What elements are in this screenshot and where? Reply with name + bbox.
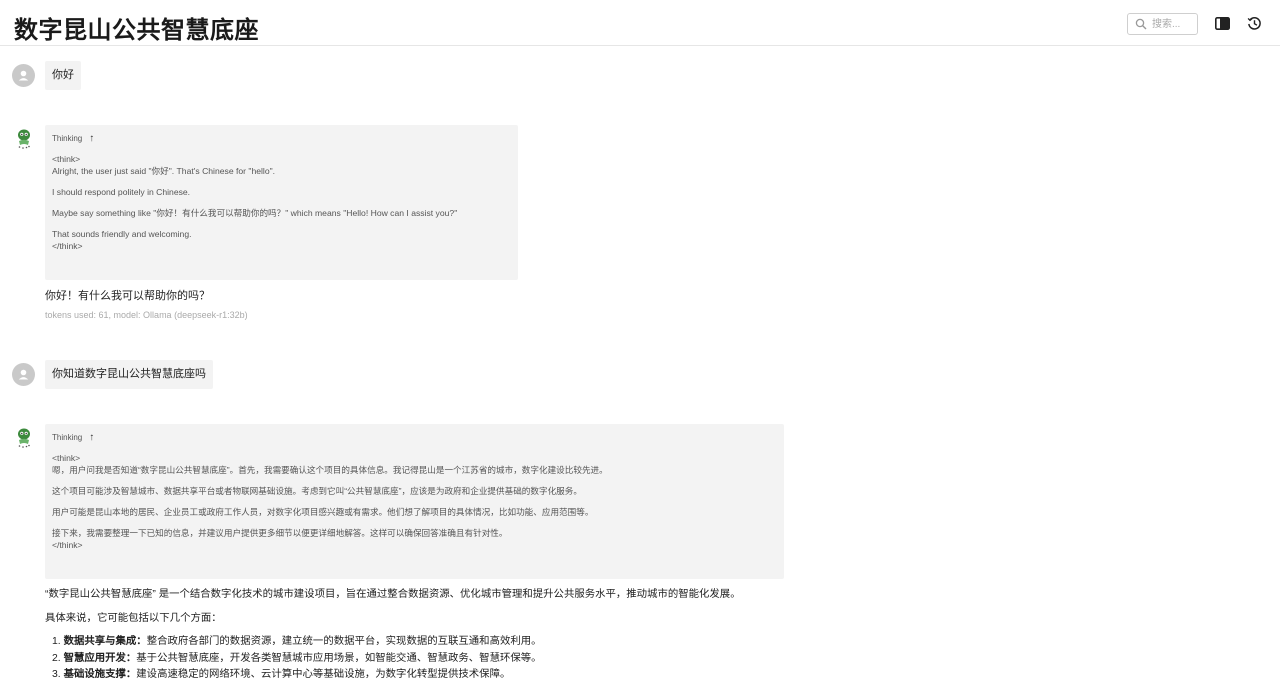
arrow-up-icon[interactable]: ↑ [89, 133, 94, 145]
user-avatar-icon [12, 363, 35, 386]
list-item-number: 1. [52, 636, 61, 647]
list-item-text: 基于公共智慧底座，开发各类智慧城市应用场景，如智能交通、智慧政务、智慧环保等。 [136, 652, 542, 664]
list-item-text: 整合政府各部门的数据资源，建立统一的数据平台，实现数据的互联互通和高效利用。 [146, 636, 542, 647]
assistant-answer-intro: 具体来说，它可能包括以下几个方面： [45, 613, 222, 624]
user-avatar-icon [12, 64, 35, 87]
list-item-number: 3. [52, 669, 61, 680]
list-item-title: 数据共享与集成： [63, 636, 147, 647]
bot-avatar-icon [18, 129, 30, 149]
thinking-line: Maybe say something like "你好！有什么我可以帮助你的吗… [52, 208, 458, 218]
thinking-blank-line [52, 198, 511, 207]
assistant-answer: “数字昆山公共智慧底座” 是一个结合数字化技术的城市建设项目，旨在通过整合数据资… [45, 589, 741, 600]
list-item: 1. 数据共享与集成：整合政府各部门的数据资源，建立统一的数据平台，实现数据的互… [52, 634, 542, 651]
panel-toggle-icon [1214, 16, 1230, 30]
thinking-line: </think> [52, 540, 83, 550]
list-item-title: 智慧应用开发： [63, 652, 137, 664]
thinking-header: Thinking ↑ [52, 133, 511, 145]
search-box[interactable] [1127, 13, 1198, 35]
panel-toggle-button[interactable] [1213, 14, 1231, 32]
thinking-blank-line [52, 476, 777, 485]
user-message: 你知道数字昆山公共智慧底座吗 [45, 360, 213, 389]
thinking-line: 用户可能是昆山本地的居民、企业员工或政府工作人员，对数字化项目感兴趣或有需求。他… [52, 507, 594, 517]
thinking-blank-line [52, 177, 511, 186]
history-button[interactable] [1245, 14, 1263, 32]
thinking-line: <think> [52, 154, 81, 164]
bot-avatar-icon [18, 428, 30, 448]
thinking-line: That sounds friendly and welcoming. [52, 229, 192, 239]
arrow-up-icon[interactable]: ↑ [89, 432, 94, 444]
thinking-header: Thinking ↑ [52, 432, 777, 444]
user-message: 你好 [45, 61, 81, 90]
page-title: 数字昆山公共智慧底座 [14, 17, 259, 44]
thinking-label: Thinking [52, 433, 83, 442]
chat-messages[interactable]: 你好 Thinking ↑ <think> Alright, the user … [0, 47, 1280, 684]
thinking-line: 这个项目可能涉及智慧城市、数据共享平台或者物联网基础设施。考虑到它叫“公共智慧底… [52, 486, 582, 496]
thinking-line: Alright, the user just said "你好". That's… [52, 166, 276, 176]
search-input[interactable] [1152, 16, 1196, 32]
list-item: 3. 基础设施支撑：建设高速稳定的网络环境、云计算中心等基础设施，为数字化转型提… [52, 667, 542, 684]
list-item: 2. 智慧应用开发：基于公共智慧底座，开发各类智慧城市应用场景，如智能交通、智慧… [52, 651, 542, 668]
thinking-line: <think> [52, 453, 81, 463]
thinking-block: Thinking ↑ <think> 嗯，用户问我是否知道“数字昆山公共智慧底座… [45, 424, 784, 579]
thinking-label: Thinking [52, 134, 83, 143]
thinking-line: 接下来，我需要整理一下已知的信息，并建议用户提供更多细节以便更详细地解答。这样可… [52, 528, 508, 538]
list-item-title: 基础设施支撑： [63, 669, 137, 680]
app-header: 数字昆山公共智慧底座 [0, 0, 1280, 46]
thinking-line: 嗯，用户问我是否知道“数字昆山公共智慧底座”。首先，我需要确认这个项目的具体信息… [52, 465, 608, 475]
thinking-block: Thinking ↑ <think> Alright, the user jus… [45, 125, 518, 280]
search-icon [1135, 18, 1147, 30]
answer-list: 1. 数据共享与集成：整合政府各部门的数据资源，建立统一的数据平台，实现数据的互… [52, 634, 542, 684]
list-item-number: 2. [52, 652, 61, 664]
thinking-blank-line [52, 497, 777, 506]
thinking-line: </think> [52, 241, 83, 251]
thinking-blank-line [52, 219, 511, 228]
thinking-blank-line [52, 518, 777, 527]
token-usage-meta: tokens used: 61, model: Ollama (deepseek… [45, 310, 248, 320]
list-item-text: 建设高速稳定的网络环境、云计算中心等基础设施，为数字化转型提供技术保障。 [136, 669, 511, 680]
thinking-line: I should respond politely in Chinese. [52, 187, 191, 197]
history-icon [1247, 16, 1261, 30]
assistant-answer: 你好！有什么我可以帮助你的吗？ [45, 290, 210, 302]
